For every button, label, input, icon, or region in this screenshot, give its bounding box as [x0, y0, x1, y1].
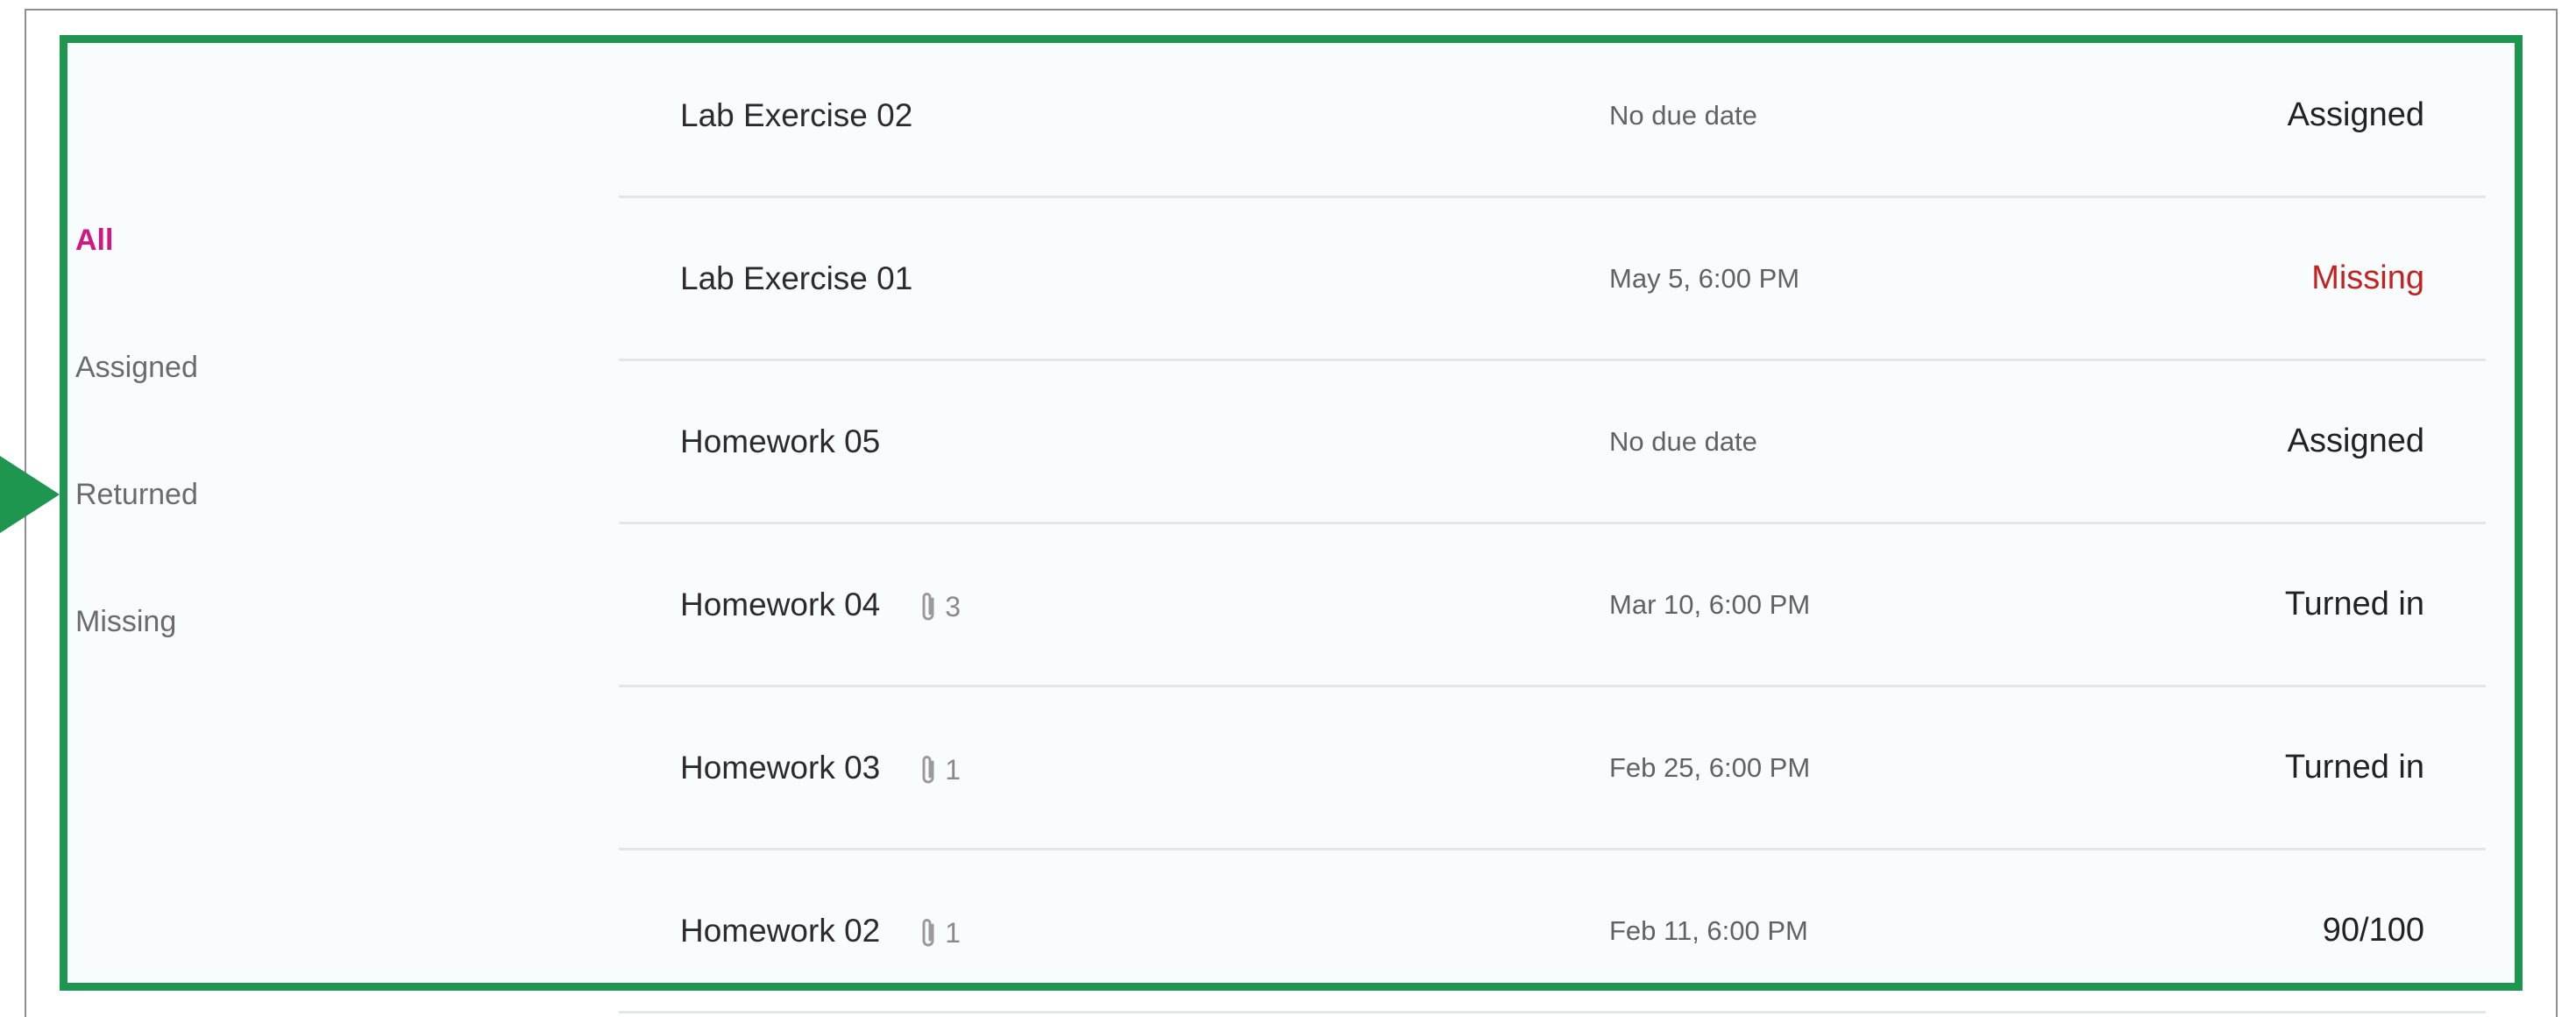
- assignment-list: Lab Exercise 02 No due date Assigned Lab…: [619, 35, 2486, 1013]
- status-label: Turned in: [2284, 749, 2424, 786]
- attachment-count-value: 1: [945, 916, 962, 949]
- assignment-title-wrap: Homework 03 1: [680, 687, 961, 850]
- pointer-arrow-icon: [0, 456, 60, 533]
- assignment-row[interactable]: Homework 05 No due date Assigned: [619, 361, 2486, 524]
- status-label: Assigned: [2287, 96, 2424, 133]
- due-date: Feb 11, 6:00 PM: [1609, 915, 1808, 946]
- paperclip-icon: [922, 593, 934, 621]
- attachment-count: 1: [919, 853, 961, 1013]
- filter-returned[interactable]: Returned: [75, 461, 514, 588]
- assignment-row[interactable]: Homework 04 3 Mar 10, 6:00 PM Turned in: [619, 524, 2486, 687]
- assignment-row[interactable]: Lab Exercise 02 No due date Assigned: [619, 35, 2486, 198]
- status-filter-nav: All Assigned Returned Missing: [75, 207, 514, 715]
- filter-assigned[interactable]: Assigned: [75, 334, 514, 461]
- status-label: 90/100: [2322, 912, 2424, 949]
- paperclip-icon: [922, 756, 934, 784]
- due-date: May 5, 6:00 PM: [1609, 263, 1800, 294]
- assignment-title: Lab Exercise 02: [680, 97, 913, 133]
- assignment-title: Homework 04: [680, 587, 881, 622]
- status-label: Assigned: [2287, 423, 2424, 459]
- paperclip-icon: [922, 919, 934, 947]
- assignment-title: Homework 02: [680, 913, 881, 949]
- assignment-title: Lab Exercise 01: [680, 260, 913, 296]
- filter-missing[interactable]: Missing: [75, 588, 514, 715]
- assignment-row[interactable]: Lab Exercise 01 May 5, 6:00 PM Missing: [619, 198, 2486, 361]
- assignment-title: Homework 03: [680, 750, 881, 786]
- assignment-row[interactable]: Homework 03 1 Feb 25, 6:00 PM Turned in: [619, 687, 2486, 850]
- assignment-title-wrap: Homework 04 3: [680, 524, 961, 687]
- due-date: Mar 10, 6:00 PM: [1609, 589, 1811, 620]
- filter-all[interactable]: All: [75, 207, 514, 334]
- assignment-title: Homework 05: [680, 423, 881, 459]
- attachment-count-value: 1: [945, 753, 962, 786]
- attachment-count: 3: [919, 527, 961, 687]
- due-date: No due date: [1609, 100, 1757, 131]
- status-label: Missing: [2311, 260, 2424, 296]
- assignment-row[interactable]: Homework 02 1 Feb 11, 6:00 PM 90/100: [619, 850, 2486, 1013]
- attachment-count: 1: [919, 690, 961, 850]
- due-date: Feb 25, 6:00 PM: [1609, 752, 1811, 783]
- attachment-count-value: 3: [945, 590, 962, 622]
- due-date: No due date: [1609, 426, 1757, 457]
- status-label: Turned in: [2284, 586, 2424, 622]
- assignment-title-wrap: Homework 02 1: [680, 850, 961, 1013]
